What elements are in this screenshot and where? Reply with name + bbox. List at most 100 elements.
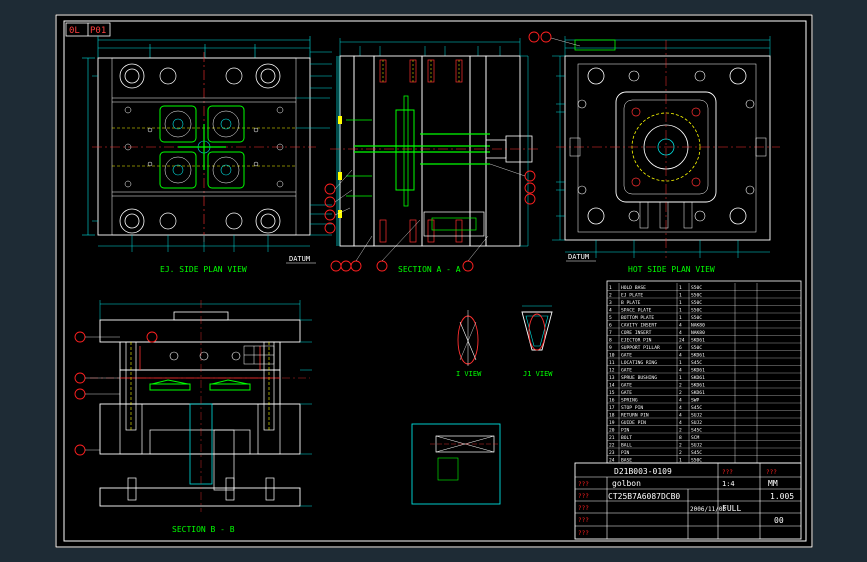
bom-cell-no: 13 bbox=[609, 375, 615, 381]
title-mark-1: ??? bbox=[578, 481, 589, 488]
bom-cell-name: GUIDE PIN bbox=[621, 420, 646, 426]
bom-cell-name: PIN bbox=[621, 450, 630, 456]
bom-cell-mat: SKD61 bbox=[691, 367, 705, 373]
bom-cell-name: BALL bbox=[621, 442, 632, 448]
bom-cell-name: SPACE PLATE bbox=[621, 307, 652, 313]
bom-cell-name: CAVITY INSERT bbox=[621, 322, 657, 328]
bom-cell-qty: 4 bbox=[679, 412, 682, 418]
bom-cell-qty: 24 bbox=[679, 337, 685, 343]
bom-cell-no: 3 bbox=[609, 300, 612, 306]
bom-cell-no: 22 bbox=[609, 442, 615, 448]
bom-cell-qty: 1 bbox=[679, 292, 682, 298]
bom-cell-mat: S50C bbox=[691, 307, 702, 313]
title-mark-2: ??? bbox=[578, 493, 589, 500]
title-scale: FULL bbox=[722, 504, 741, 513]
bom-cell-qty: 2 bbox=[679, 427, 682, 433]
bom-cell-name: RETURN PIN bbox=[621, 412, 649, 418]
cad-drawing-sheet: 0L P01 DATUM EJ. SIDE PLAN VIEW SECTION … bbox=[55, 14, 813, 548]
bom-cell-mat: S50C bbox=[691, 345, 702, 351]
bom-cell-qty: 4 bbox=[679, 322, 682, 328]
bom-cell-mat: S50C bbox=[691, 315, 702, 321]
bom-cell-mat: S45C bbox=[691, 405, 702, 411]
bom-cell-mat: SKD61 bbox=[691, 352, 705, 358]
section-b-b-title: SECTION B - B bbox=[172, 525, 235, 534]
bom-cell-name: EJECTOR PIN bbox=[621, 337, 652, 343]
bom-cell-name: GATE bbox=[621, 382, 632, 388]
bom-cell-mat: SKD61 bbox=[691, 375, 705, 381]
sheet-tag-right: P01 bbox=[90, 26, 106, 36]
bom-cell-mat: SKD61 bbox=[691, 390, 705, 396]
bom-cell-no: 19 bbox=[609, 420, 615, 426]
bom-cell-mat: SWP bbox=[691, 397, 700, 403]
bom-cell-mat: SUJ2 bbox=[691, 420, 702, 426]
title-drawing-number: D21B003-0109 bbox=[614, 467, 672, 476]
bom-cell-name: GATE bbox=[621, 390, 632, 396]
section-a-a-title: SECTION A - A bbox=[398, 265, 461, 274]
bom-cell-no: 20 bbox=[609, 427, 615, 433]
bom-cell-no: 14 bbox=[609, 382, 615, 388]
bom-cell-name: STOP PIN bbox=[621, 405, 643, 411]
bom-cell-qty: 1 bbox=[679, 457, 682, 463]
title-part-number: CT25B7A6087DCB0 bbox=[608, 492, 680, 501]
bom-cell-mat: NAK80 bbox=[691, 330, 705, 336]
bom-cell-name: GATE bbox=[621, 352, 632, 358]
bom-cell-name: SPRUE BUSHING bbox=[621, 375, 657, 381]
bom-cell-mat: SUJ2 bbox=[691, 442, 702, 448]
bom-cell-no: 24 bbox=[609, 457, 615, 463]
bom-cell-name: BASE bbox=[621, 457, 632, 463]
bom-cell-no: 4 bbox=[609, 307, 612, 313]
bom-cell-name: BOLT bbox=[621, 435, 632, 441]
bom-cell-qty: 4 bbox=[679, 420, 682, 426]
bom-cell-qty: 1 bbox=[679, 300, 682, 306]
title-mark-5: ??? bbox=[578, 530, 589, 537]
bom-cell-qty: 1 bbox=[679, 285, 682, 291]
bom-cell-qty: 8 bbox=[679, 435, 682, 441]
bom-cell-mat: S50C bbox=[691, 457, 702, 463]
title-revision: 00 bbox=[774, 516, 784, 525]
title-mark-7: ??? bbox=[722, 469, 733, 476]
title-customer: golbon bbox=[612, 479, 641, 488]
bom-cell-mat: S50C bbox=[691, 285, 702, 291]
bom-cell-no: 12 bbox=[609, 367, 615, 373]
j1-view-title: J1 VIEW bbox=[523, 370, 553, 378]
bom-cell-name: B PLATE bbox=[621, 300, 641, 306]
bom-cell-no: 21 bbox=[609, 435, 615, 441]
bom-cell-qty: 4 bbox=[679, 352, 682, 358]
title-quantity: 1:4 bbox=[722, 480, 735, 488]
hot-side-plan-view-title: HOT SIDE PLAN VIEW bbox=[628, 265, 715, 274]
bom-cell-qty: 4 bbox=[679, 367, 682, 373]
bom-cell-name: SPRING bbox=[621, 397, 638, 403]
i-view-title: I VIEW bbox=[456, 370, 482, 378]
bom-cell-qty: 1 bbox=[679, 307, 682, 313]
ej-side-plan-view-title: EJ. SIDE PLAN VIEW bbox=[160, 265, 247, 274]
title-mark-6: ??? bbox=[766, 469, 777, 476]
bom-cell-name: HOLD BASE bbox=[621, 285, 646, 291]
bom-cell-qty: 4 bbox=[679, 397, 682, 403]
bom-cell-mat: S45C bbox=[691, 427, 702, 433]
datum-label-left: DATUM bbox=[289, 255, 310, 263]
bom-cell-mat: S45C bbox=[691, 360, 702, 366]
bom-cell-name: EJ PLATE bbox=[621, 292, 643, 298]
title-mark-4: ??? bbox=[578, 517, 589, 524]
bom-cell-name: CORE INSERT bbox=[621, 330, 652, 336]
bom-cell-no: 11 bbox=[609, 360, 615, 366]
bom-cell-no: 16 bbox=[609, 397, 615, 403]
bom-cell-qty: 2 bbox=[679, 382, 682, 388]
sheet-tag-left: 0L bbox=[69, 26, 80, 36]
bom-cell-mat: SUJ2 bbox=[691, 412, 702, 418]
bom-cell-no: 18 bbox=[609, 412, 615, 418]
bom-cell-qty: 1 bbox=[679, 315, 682, 321]
title-unit: MM bbox=[768, 479, 778, 488]
bom-cell-name: LOCATING RING bbox=[621, 360, 657, 366]
bom-cell-qty: 1 bbox=[679, 375, 682, 381]
bom-cell-no: 17 bbox=[609, 405, 615, 411]
bom-cell-mat: S50C bbox=[691, 292, 702, 298]
bom-cell-qty: 4 bbox=[679, 405, 682, 411]
bom-cell-name: BOTTOM PLATE bbox=[621, 315, 654, 321]
bom-cell-mat: S45C bbox=[691, 450, 702, 456]
bom-cell-no: 1 bbox=[609, 285, 612, 291]
bom-cell-no: 6 bbox=[609, 322, 612, 328]
bom-cell-no: 2 bbox=[609, 292, 612, 298]
bom-cell-no: 23 bbox=[609, 450, 615, 456]
bom-cell-qty: 6 bbox=[679, 345, 682, 351]
